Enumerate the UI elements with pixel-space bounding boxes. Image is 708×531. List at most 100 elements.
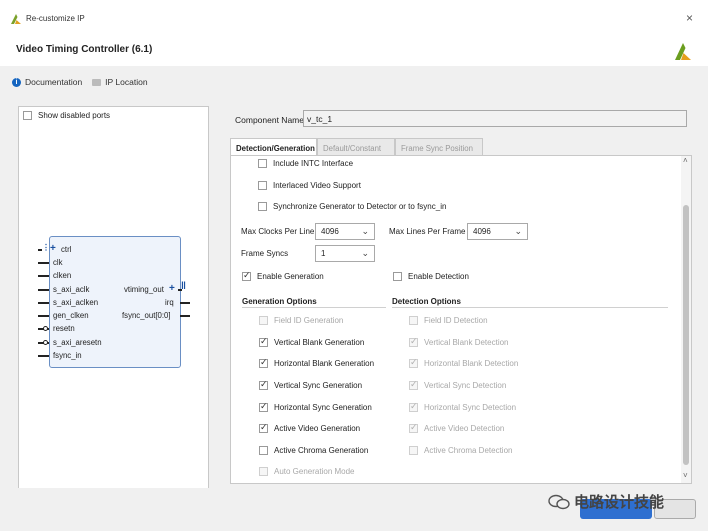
det-option[interactable]: Vertical Blank Detection xyxy=(409,336,509,347)
enable-generation-label: Enable Generation xyxy=(257,272,324,281)
scroll-up-icon[interactable]: ˄ xyxy=(683,156,688,165)
det-checkbox[interactable] xyxy=(409,401,418,412)
scroll-down-icon[interactable]: ˅ xyxy=(683,471,688,480)
xilinx-logo-icon xyxy=(675,43,691,60)
gen-option[interactable]: Vertical Sync Generation xyxy=(259,379,363,390)
det-option[interactable]: Horizontal Sync Detection xyxy=(409,401,516,412)
port-label: gen_clken xyxy=(53,311,89,320)
show-disabled-label: Show disabled ports xyxy=(38,111,111,120)
vtiming-bus-icon: ‖ xyxy=(181,281,186,292)
s-axi-aclken-pin xyxy=(38,302,49,304)
chevron-down-icon: ⌄ xyxy=(514,226,522,236)
gen-checkbox[interactable] xyxy=(259,467,268,476)
sync-gen-checkbox[interactable] xyxy=(258,202,267,211)
gen-label: Active Video Generation xyxy=(274,424,361,433)
det-checkbox[interactable] xyxy=(409,446,418,455)
scrollbar-thumb[interactable] xyxy=(683,205,689,465)
generation-options-title: Generation Options xyxy=(242,297,317,306)
window-title: Re-customize IP xyxy=(26,14,85,23)
gen-option[interactable]: Vertical Blank Generation xyxy=(259,336,364,347)
enable-detection-checkbox[interactable] xyxy=(393,272,402,281)
port-label: vtiming_out xyxy=(124,285,164,294)
documentation-link[interactable]: Documentation xyxy=(25,77,82,87)
gen-label: Horizontal Sync Generation xyxy=(274,403,372,412)
gen-option[interactable]: Active Chroma Generation xyxy=(259,446,368,455)
ip-title: Video Timing Controller (6.1) xyxy=(16,44,153,55)
gen-label: Vertical Sync Generation xyxy=(274,381,363,390)
show-disabled-checkbox[interactable] xyxy=(23,111,32,120)
doc-links: i Documentation IP Location xyxy=(12,77,148,87)
port-label: clk xyxy=(53,258,63,267)
port-label: resetn xyxy=(53,324,75,333)
det-checkbox[interactable] xyxy=(409,379,418,390)
gen-label: Auto Generation Mode xyxy=(274,467,355,476)
close-icon[interactable]: × xyxy=(686,11,693,25)
gen-checkbox[interactable] xyxy=(259,446,268,455)
det-option[interactable]: Field ID Detection xyxy=(409,316,488,325)
det-label: Active Chroma Detection xyxy=(424,446,513,455)
det-option[interactable]: Vertical Sync Detection xyxy=(409,379,507,390)
port-label: fsync_out[0:0] xyxy=(122,311,171,320)
gen-option[interactable]: Horizontal Blank Generation xyxy=(259,357,374,368)
enable-detection-label: Enable Detection xyxy=(408,272,469,281)
include-intc-option[interactable]: Include INTC Interface xyxy=(258,159,353,168)
aresetn-bubble xyxy=(43,340,48,345)
det-checkbox[interactable] xyxy=(409,316,418,325)
max-lines-select[interactable]: 4096 ⌄ xyxy=(467,223,528,240)
gen-checkbox[interactable] xyxy=(259,316,268,325)
frame-syncs-select[interactable]: 1 ⌄ xyxy=(315,245,375,262)
enable-detection[interactable]: Enable Detection xyxy=(393,272,469,281)
enable-generation[interactable]: Enable Generation xyxy=(242,270,324,281)
gen-option[interactable]: Field ID Generation xyxy=(259,316,343,325)
title-bar xyxy=(0,0,708,36)
show-disabled-ports[interactable]: Show disabled ports xyxy=(23,111,110,120)
det-checkbox[interactable] xyxy=(409,422,418,433)
gen-checkbox[interactable] xyxy=(259,422,268,433)
gen-checkbox[interactable] xyxy=(259,357,268,368)
interlaced-checkbox[interactable] xyxy=(258,181,267,190)
port-label: ctrl xyxy=(61,245,72,254)
det-checkbox[interactable] xyxy=(409,336,418,347)
interlaced-label: Interlaced Video Support xyxy=(273,181,361,190)
port-label: s_axi_aclken xyxy=(53,298,99,307)
max-clocks-select[interactable]: 4096 ⌄ xyxy=(315,223,375,240)
ctrl-bus-icon: ⋮ xyxy=(42,243,50,252)
det-label: Vertical Sync Detection xyxy=(424,381,507,390)
ip-location-link[interactable]: IP Location xyxy=(105,77,147,87)
det-option[interactable]: Active Chroma Detection xyxy=(409,446,512,455)
folder-icon xyxy=(92,78,102,86)
gen-label: Active Chroma Generation xyxy=(274,446,369,455)
det-option[interactable]: Active Video Detection xyxy=(409,422,504,433)
frame-syncs-label: Frame Syncs xyxy=(241,249,289,258)
info-icon: i xyxy=(12,77,21,87)
max-clocks-label: Max Clocks Per Line xyxy=(241,227,315,236)
tab-frame-sync-position[interactable]: Frame Sync Position xyxy=(395,138,483,156)
gen-checkbox[interactable] xyxy=(259,401,268,412)
component-name-label: Component Name xyxy=(235,115,304,125)
gen-checkbox[interactable] xyxy=(259,336,268,347)
gen-option[interactable]: Horizontal Sync Generation xyxy=(259,401,372,412)
det-label: Vertical Blank Detection xyxy=(424,338,509,347)
gen-option[interactable]: Active Video Generation xyxy=(259,422,361,433)
detection-options-title: Detection Options xyxy=(392,297,461,306)
include-intc-checkbox[interactable] xyxy=(258,159,267,168)
enable-generation-checkbox[interactable] xyxy=(242,270,251,281)
det-checkbox[interactable] xyxy=(409,357,418,368)
fsync-out-pin xyxy=(180,315,190,317)
component-name-input[interactable]: v_tc_1 xyxy=(303,110,687,127)
sync-gen-option[interactable]: Synchronize Generator to Detector or to … xyxy=(258,202,446,211)
det-option[interactable]: Horizontal Blank Detection xyxy=(409,357,519,368)
max-lines-label: Max Lines Per Frame xyxy=(389,227,466,236)
sync-gen-label: Synchronize Generator to Detector or to … xyxy=(273,202,447,211)
tab-default-constant[interactable]: Default/Constant xyxy=(317,138,395,156)
gen-option[interactable]: Auto Generation Mode xyxy=(259,467,355,476)
port-label: s_axi_aclk xyxy=(53,285,90,294)
vtiming-expand-icon[interactable]: + xyxy=(169,284,175,294)
max-clocks-value: 4096 xyxy=(321,227,339,236)
max-lines-value: 4096 xyxy=(473,227,491,236)
det-label: Horizontal Blank Detection xyxy=(424,359,519,368)
gen-checkbox[interactable] xyxy=(259,379,268,390)
interlaced-option[interactable]: Interlaced Video Support xyxy=(258,181,361,190)
ctrl-expand-icon[interactable]: + xyxy=(50,244,56,254)
port-label: fsync_in xyxy=(53,351,82,360)
